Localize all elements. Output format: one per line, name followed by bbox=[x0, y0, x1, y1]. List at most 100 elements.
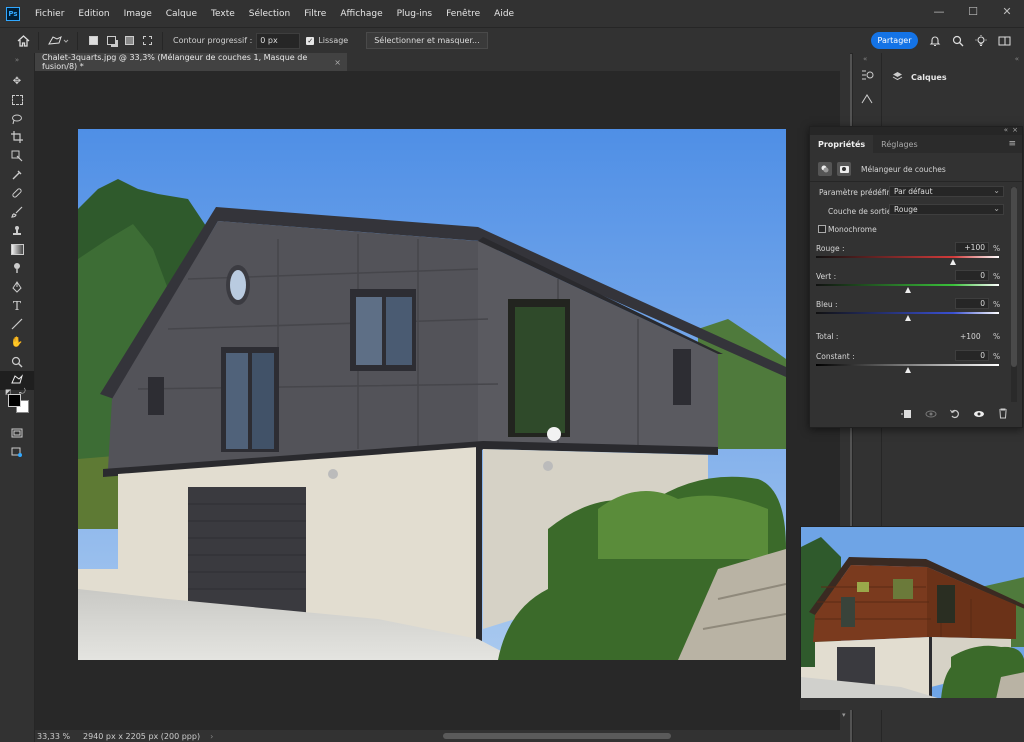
mask-icon[interactable] bbox=[837, 162, 851, 176]
properties-grip[interactable]: « × bbox=[810, 126, 1022, 135]
add-selection-icon[interactable] bbox=[102, 32, 120, 50]
maximize-button[interactable]: ☐ bbox=[956, 0, 990, 22]
menu-plugins[interactable]: Plug-ins bbox=[390, 9, 440, 19]
properties-panel: « × Propriétés Réglages ≡ Mélangeur de c… bbox=[809, 126, 1023, 428]
zoom-level[interactable]: 33,33 % bbox=[37, 732, 71, 741]
dock-collapse-icon[interactable]: « bbox=[863, 55, 867, 63]
document-image[interactable] bbox=[78, 129, 786, 660]
smoothing-checkbox[interactable]: ✓ bbox=[306, 36, 315, 45]
pen-tool-icon[interactable] bbox=[0, 278, 34, 297]
tab-reglages[interactable]: Réglages bbox=[873, 135, 926, 153]
minimize-button[interactable]: — bbox=[922, 0, 956, 22]
menu-texte[interactable]: Texte bbox=[204, 9, 242, 19]
properties-collapse-icon[interactable]: « bbox=[1004, 126, 1008, 134]
line-tool-icon[interactable] bbox=[0, 315, 34, 334]
stamp-tool-icon[interactable] bbox=[0, 222, 34, 241]
eye-icon[interactable] bbox=[973, 409, 985, 422]
close-window-button[interactable]: ✕ bbox=[990, 0, 1024, 22]
constant-slider-thumb[interactable] bbox=[904, 367, 911, 373]
panel-menu-icon[interactable]: ≡ bbox=[1008, 135, 1016, 153]
channel-label-0: Rouge : bbox=[816, 244, 845, 253]
constant-slider[interactable] bbox=[816, 364, 999, 366]
bell-icon[interactable] bbox=[929, 32, 941, 49]
monochrome-checkbox[interactable] bbox=[818, 225, 826, 233]
layers-panel-header[interactable]: Calques bbox=[882, 66, 1024, 88]
reset-icon[interactable] bbox=[950, 409, 960, 422]
photoshop-logo-icon[interactable]: Ps bbox=[6, 6, 20, 21]
menu-affichage[interactable]: Affichage bbox=[333, 9, 389, 19]
view-previous-state-icon[interactable] bbox=[925, 409, 937, 422]
menu-image[interactable]: Image bbox=[117, 9, 159, 19]
channel-slider-thumb-1[interactable] bbox=[904, 287, 911, 293]
type-tool-icon[interactable]: T bbox=[0, 296, 34, 315]
adjustments-panel-icon[interactable] bbox=[860, 93, 874, 108]
workspace-icon[interactable] bbox=[998, 32, 1011, 49]
menu-fenetre[interactable]: Fenêtre bbox=[439, 9, 487, 19]
close-tab-icon[interactable]: × bbox=[334, 58, 341, 67]
toolbar-collapse-icon[interactable]: » bbox=[0, 53, 34, 72]
properties-scrollbar[interactable] bbox=[1011, 187, 1017, 402]
history-panel-icon[interactable] bbox=[860, 69, 874, 84]
subtract-selection-icon[interactable] bbox=[120, 32, 138, 50]
channel-slider-thumb-0[interactable] bbox=[950, 259, 957, 265]
color-swatches[interactable]: ◩ ⤾ bbox=[0, 387, 34, 424]
scroll-down-icon[interactable]: ▾ bbox=[842, 711, 846, 719]
status-menu-icon[interactable]: › bbox=[210, 732, 213, 741]
document-tabbar: Chalet-3quarts.jpg @ 33,3% (Mélangeur de… bbox=[35, 53, 850, 71]
channel-label-1: Vert : bbox=[816, 272, 837, 281]
channel-slider-1[interactable] bbox=[816, 284, 999, 286]
adjustment-name: Mélangeur de couches bbox=[861, 165, 946, 174]
move-tool-icon[interactable]: ✥ bbox=[0, 72, 34, 91]
eyedropper-tool-icon[interactable] bbox=[0, 165, 34, 184]
home-icon[interactable] bbox=[14, 32, 32, 50]
hand-tool-icon[interactable]: ✋ bbox=[0, 334, 34, 353]
menu-filtre[interactable]: Filtre bbox=[297, 9, 333, 19]
zoom-tool-icon[interactable] bbox=[0, 352, 34, 371]
screen-mode-icon[interactable] bbox=[0, 442, 34, 461]
swap-colors-icon[interactable]: ⤾ bbox=[19, 387, 26, 397]
layers-collapse-icon[interactable]: « bbox=[1015, 55, 1019, 63]
channel-slider-0[interactable] bbox=[816, 256, 999, 258]
clip-to-layer-icon[interactable] bbox=[900, 409, 912, 422]
tab-proprietes[interactable]: Propriétés bbox=[810, 135, 874, 153]
default-colors-icon[interactable]: ◩ bbox=[5, 388, 12, 396]
properties-close-icon[interactable]: × bbox=[1012, 126, 1018, 134]
channel-input-2[interactable]: 0 bbox=[955, 298, 989, 309]
new-selection-icon[interactable] bbox=[84, 32, 102, 50]
output-channel-label: Couche de sortie : bbox=[828, 207, 897, 216]
tools-panel: » ✥ T ✋ ◩ ⤾ bbox=[0, 53, 35, 742]
quick-mask-icon[interactable] bbox=[0, 424, 34, 443]
channel-input-1[interactable]: 0 bbox=[955, 270, 989, 281]
status-bar: 33,33 % 2940 px x 2205 px (200 ppp) › bbox=[35, 730, 850, 742]
constant-input[interactable]: 0 bbox=[955, 350, 989, 361]
dodge-tool-icon[interactable] bbox=[0, 259, 34, 278]
lightbulb-icon[interactable] bbox=[975, 32, 987, 49]
channel-slider-thumb-2[interactable] bbox=[904, 315, 911, 321]
crop-tool-icon[interactable] bbox=[0, 128, 34, 147]
lasso-tool-icon[interactable] bbox=[45, 32, 71, 50]
channel-slider-2[interactable] bbox=[816, 312, 999, 314]
menu-fichier[interactable]: Fichier bbox=[28, 9, 71, 19]
healing-brush-icon[interactable] bbox=[0, 184, 34, 203]
horizontal-scrollbar[interactable] bbox=[443, 733, 671, 739]
output-channel-select[interactable]: Rouge ⌄ bbox=[889, 204, 1004, 215]
document-tab[interactable]: Chalet-3quarts.jpg @ 33,3% (Mélangeur de… bbox=[35, 53, 347, 71]
gradient-tool-icon[interactable] bbox=[0, 240, 34, 259]
menu-selection[interactable]: Sélection bbox=[242, 9, 297, 19]
menu-edition[interactable]: Edition bbox=[71, 9, 116, 19]
trash-icon[interactable] bbox=[998, 408, 1008, 422]
feather-input[interactable]: 0 px bbox=[256, 32, 301, 49]
marquee-tool-icon[interactable] bbox=[0, 91, 34, 110]
brush-tool-icon[interactable] bbox=[0, 203, 34, 222]
preset-select[interactable]: Par défaut ⌄ bbox=[889, 186, 1004, 197]
intersect-selection-icon[interactable] bbox=[138, 32, 156, 50]
lasso-tool-icon[interactable] bbox=[0, 109, 34, 128]
menu-aide[interactable]: Aide bbox=[487, 9, 521, 19]
select-and-mask-button[interactable]: Sélectionner et masquer... bbox=[366, 32, 488, 49]
channel-input-0[interactable]: +100 bbox=[955, 242, 989, 253]
share-button[interactable]: Partager bbox=[871, 32, 918, 49]
menu-calque[interactable]: Calque bbox=[159, 9, 204, 19]
search-icon[interactable] bbox=[952, 32, 964, 49]
channel-mixer-icon[interactable] bbox=[818, 162, 832, 176]
frame-tool-icon[interactable] bbox=[0, 147, 34, 166]
